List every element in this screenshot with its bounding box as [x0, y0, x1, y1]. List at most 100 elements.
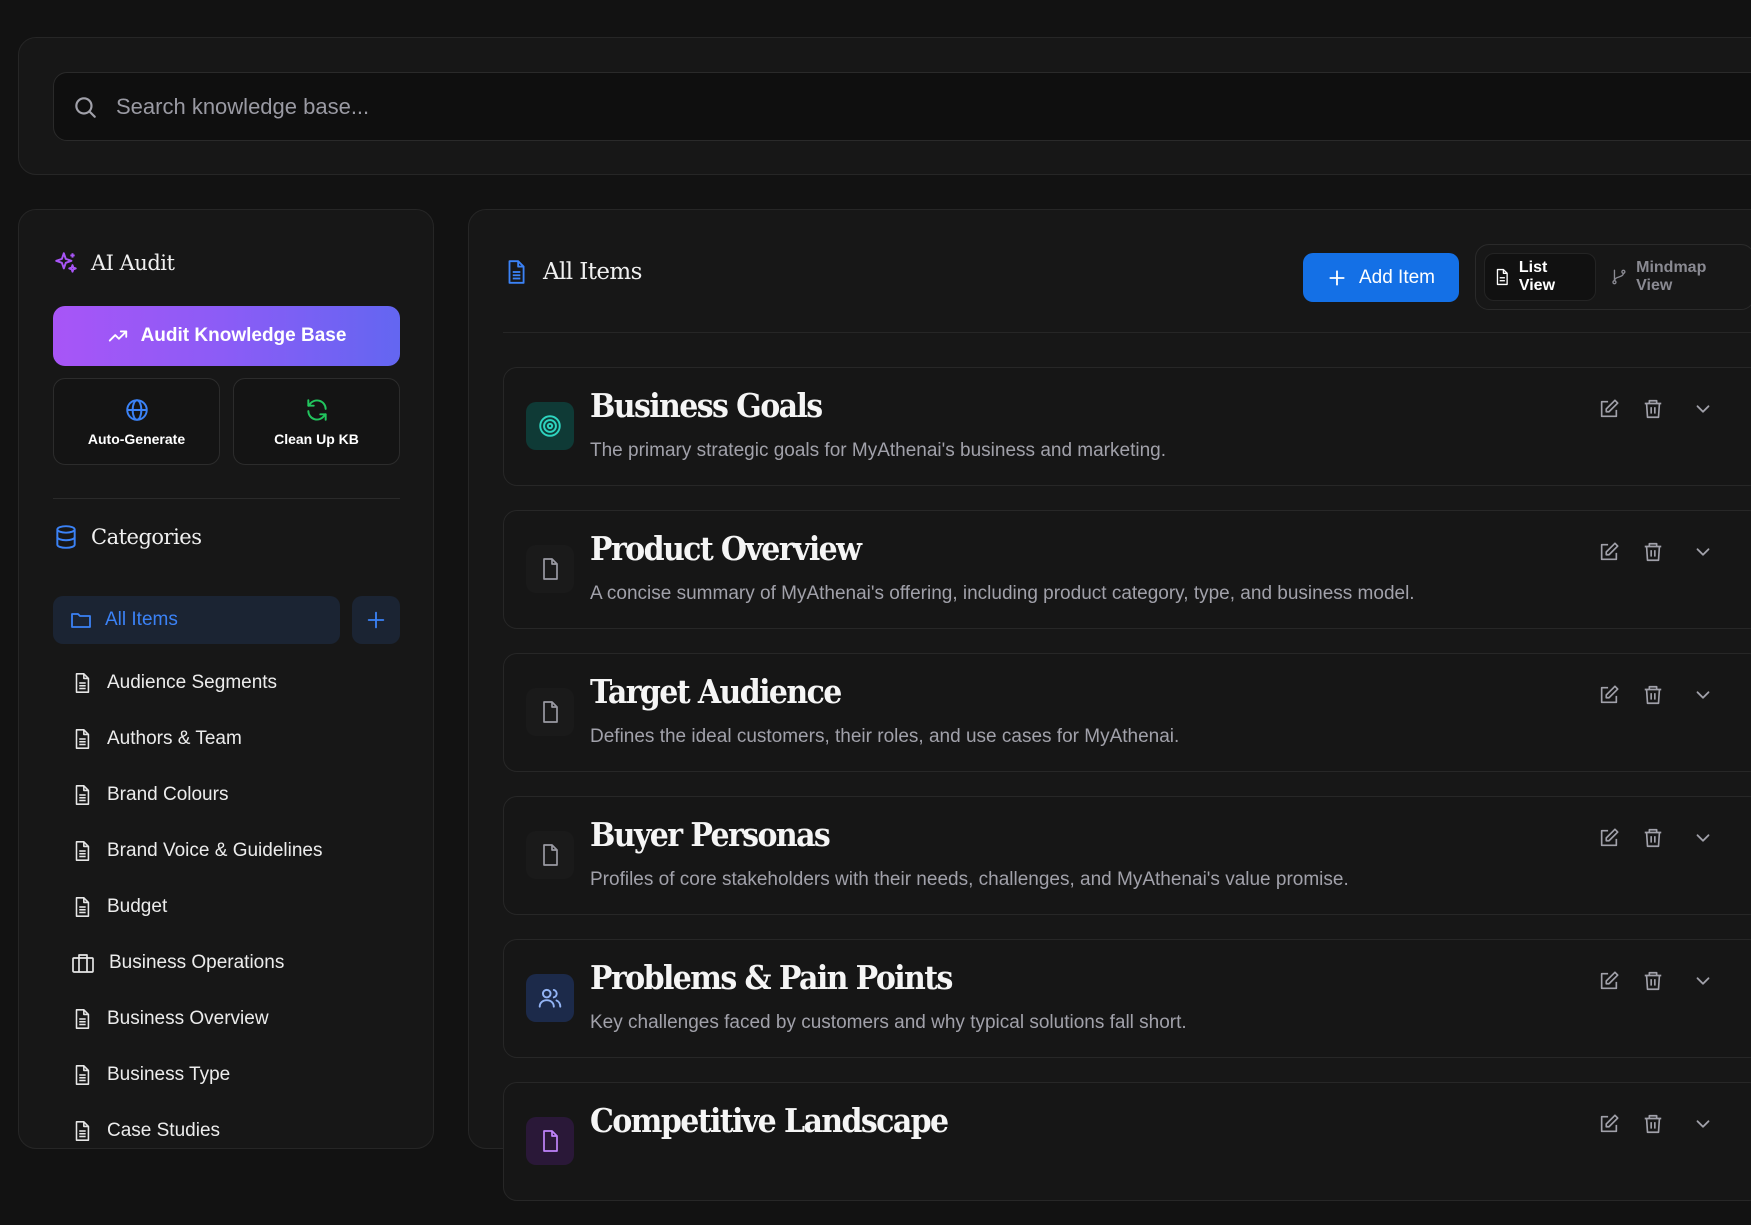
audit-button-label: Audit Knowledge Base — [140, 325, 347, 346]
category-label: Case Studies — [107, 1120, 221, 1141]
item-icon-badge — [526, 688, 574, 736]
category-item[interactable]: Budget — [71, 879, 322, 935]
folder-icon — [71, 613, 91, 628]
add-item-label: Add Item — [1358, 266, 1436, 288]
item-actions — [1598, 970, 1714, 992]
file-icon — [543, 558, 558, 580]
category-item[interactable]: Business Type — [71, 1047, 322, 1103]
delete-button[interactable] — [1642, 684, 1664, 706]
list-view-tab[interactable]: List View — [1484, 253, 1597, 301]
item-icon-badge — [526, 1117, 574, 1165]
item-card[interactable]: Target Audience Defines the ideal custom… — [503, 653, 1751, 772]
plus-icon — [367, 611, 385, 629]
item-description: Key challenges faced by customers and wh… — [590, 1012, 1187, 1033]
document-icon — [75, 841, 90, 861]
trending-up-icon — [108, 330, 127, 342]
sidebar: AI Audit Audit Knowledge Base Auto-Gener… — [18, 209, 434, 1149]
document-icon — [75, 1121, 90, 1141]
item-icon-badge — [526, 974, 574, 1022]
category-item[interactable]: Business Operations — [71, 935, 322, 991]
add-category-button[interactable] — [352, 596, 400, 644]
clean-up-kb-button[interactable]: Clean Up KB — [233, 378, 400, 465]
item-card[interactable]: Competitive Landscape — [503, 1082, 1751, 1201]
edit-button[interactable] — [1598, 970, 1620, 992]
delete-button[interactable] — [1642, 970, 1664, 992]
item-description: A concise summary of MyAthenai's offerin… — [590, 583, 1415, 604]
header-divider — [503, 332, 1751, 333]
mindmap-view-tab[interactable]: Mindmap View — [1602, 254, 1751, 300]
users-icon — [538, 988, 562, 1008]
edit-button[interactable] — [1598, 1113, 1620, 1135]
edit-icon — [1600, 399, 1619, 418]
delete-button[interactable] — [1642, 1113, 1664, 1135]
item-actions — [1598, 827, 1714, 849]
category-label: Brand Colours — [107, 784, 229, 805]
category-all-items[interactable]: All Items — [53, 596, 340, 644]
refresh-icon — [306, 398, 327, 421]
edit-button[interactable] — [1598, 398, 1620, 420]
database-icon — [56, 525, 76, 549]
file-icon — [543, 844, 558, 866]
audit-knowledge-base-button[interactable]: Audit Knowledge Base — [53, 306, 400, 366]
category-label: Business Operations — [109, 952, 285, 973]
edit-button[interactable] — [1598, 684, 1620, 706]
category-item[interactable]: Audience Segments — [71, 655, 322, 711]
trash-icon — [1644, 1114, 1662, 1134]
clean-up-kb-label: Clean Up KB — [274, 430, 359, 447]
auto-generate-button[interactable]: Auto-Generate — [53, 378, 220, 465]
search-box[interactable] — [53, 72, 1751, 141]
category-label: Brand Voice & Guidelines — [107, 840, 323, 861]
sparkles-icon — [55, 252, 77, 273]
ai-audit-title: AI Audit — [91, 251, 175, 275]
expand-button[interactable] — [1692, 970, 1714, 992]
item-title: Business Goals — [590, 388, 823, 426]
trash-icon — [1644, 399, 1662, 419]
item-card[interactable]: Problems & Pain Points Key challenges fa… — [503, 939, 1751, 1058]
category-item[interactable]: Brand Colours — [71, 767, 322, 823]
item-card[interactable]: Buyer Personas Profiles of core stakehol… — [503, 796, 1751, 915]
mindmap-view-label: Mindmap View — [1636, 259, 1707, 294]
delete-button[interactable] — [1642, 827, 1664, 849]
item-card[interactable]: Business Goals The primary strategic goa… — [503, 367, 1751, 486]
category-item[interactable]: Business Overview — [71, 991, 322, 1047]
category-list: Audience Segments Authors & Team Brand C… — [71, 655, 322, 1159]
edit-icon — [1600, 1114, 1619, 1133]
item-icon-badge — [526, 402, 574, 450]
sidebar-divider — [53, 498, 400, 499]
expand-button[interactable] — [1692, 684, 1714, 706]
category-item[interactable]: Brand Voice & Guidelines — [71, 823, 322, 879]
edit-button[interactable] — [1598, 827, 1620, 849]
chevron-down-icon — [1696, 834, 1710, 842]
search-input[interactable] — [114, 92, 1751, 121]
item-actions — [1598, 684, 1714, 706]
item-title: Problems & Pain Points — [590, 960, 953, 998]
category-item[interactable]: Authors & Team — [71, 711, 322, 767]
expand-button[interactable] — [1692, 541, 1714, 563]
expand-button[interactable] — [1692, 1113, 1714, 1135]
expand-button[interactable] — [1692, 827, 1714, 849]
trash-icon — [1644, 542, 1662, 562]
item-title: Target Audience — [590, 674, 842, 712]
chevron-down-icon — [1696, 977, 1710, 985]
category-item[interactable]: Case Studies — [71, 1103, 322, 1159]
search-panel — [18, 37, 1751, 175]
list-view-label: List View — [1518, 259, 1556, 294]
edit-button[interactable] — [1598, 541, 1620, 563]
item-title: Product Overview — [590, 531, 862, 569]
category-label: Business Overview — [107, 1008, 269, 1029]
trash-icon — [1644, 685, 1662, 705]
file-icon — [543, 701, 558, 723]
item-card[interactable]: Product Overview A concise summary of My… — [503, 510, 1751, 629]
item-icon-badge — [526, 831, 574, 879]
category-label: Business Type — [107, 1064, 231, 1085]
expand-button[interactable] — [1692, 398, 1714, 420]
delete-button[interactable] — [1642, 541, 1664, 563]
delete-button[interactable] — [1642, 398, 1664, 420]
category-label: Authors & Team — [107, 728, 242, 749]
item-description: The primary strategic goals for MyAthena… — [590, 440, 1166, 461]
item-description: Defines the ideal customers, their roles… — [590, 726, 1180, 747]
document-icon — [75, 1065, 90, 1085]
item-actions — [1598, 1113, 1714, 1135]
add-item-button[interactable]: Add Item — [1303, 253, 1459, 302]
file-icon — [543, 1130, 558, 1152]
